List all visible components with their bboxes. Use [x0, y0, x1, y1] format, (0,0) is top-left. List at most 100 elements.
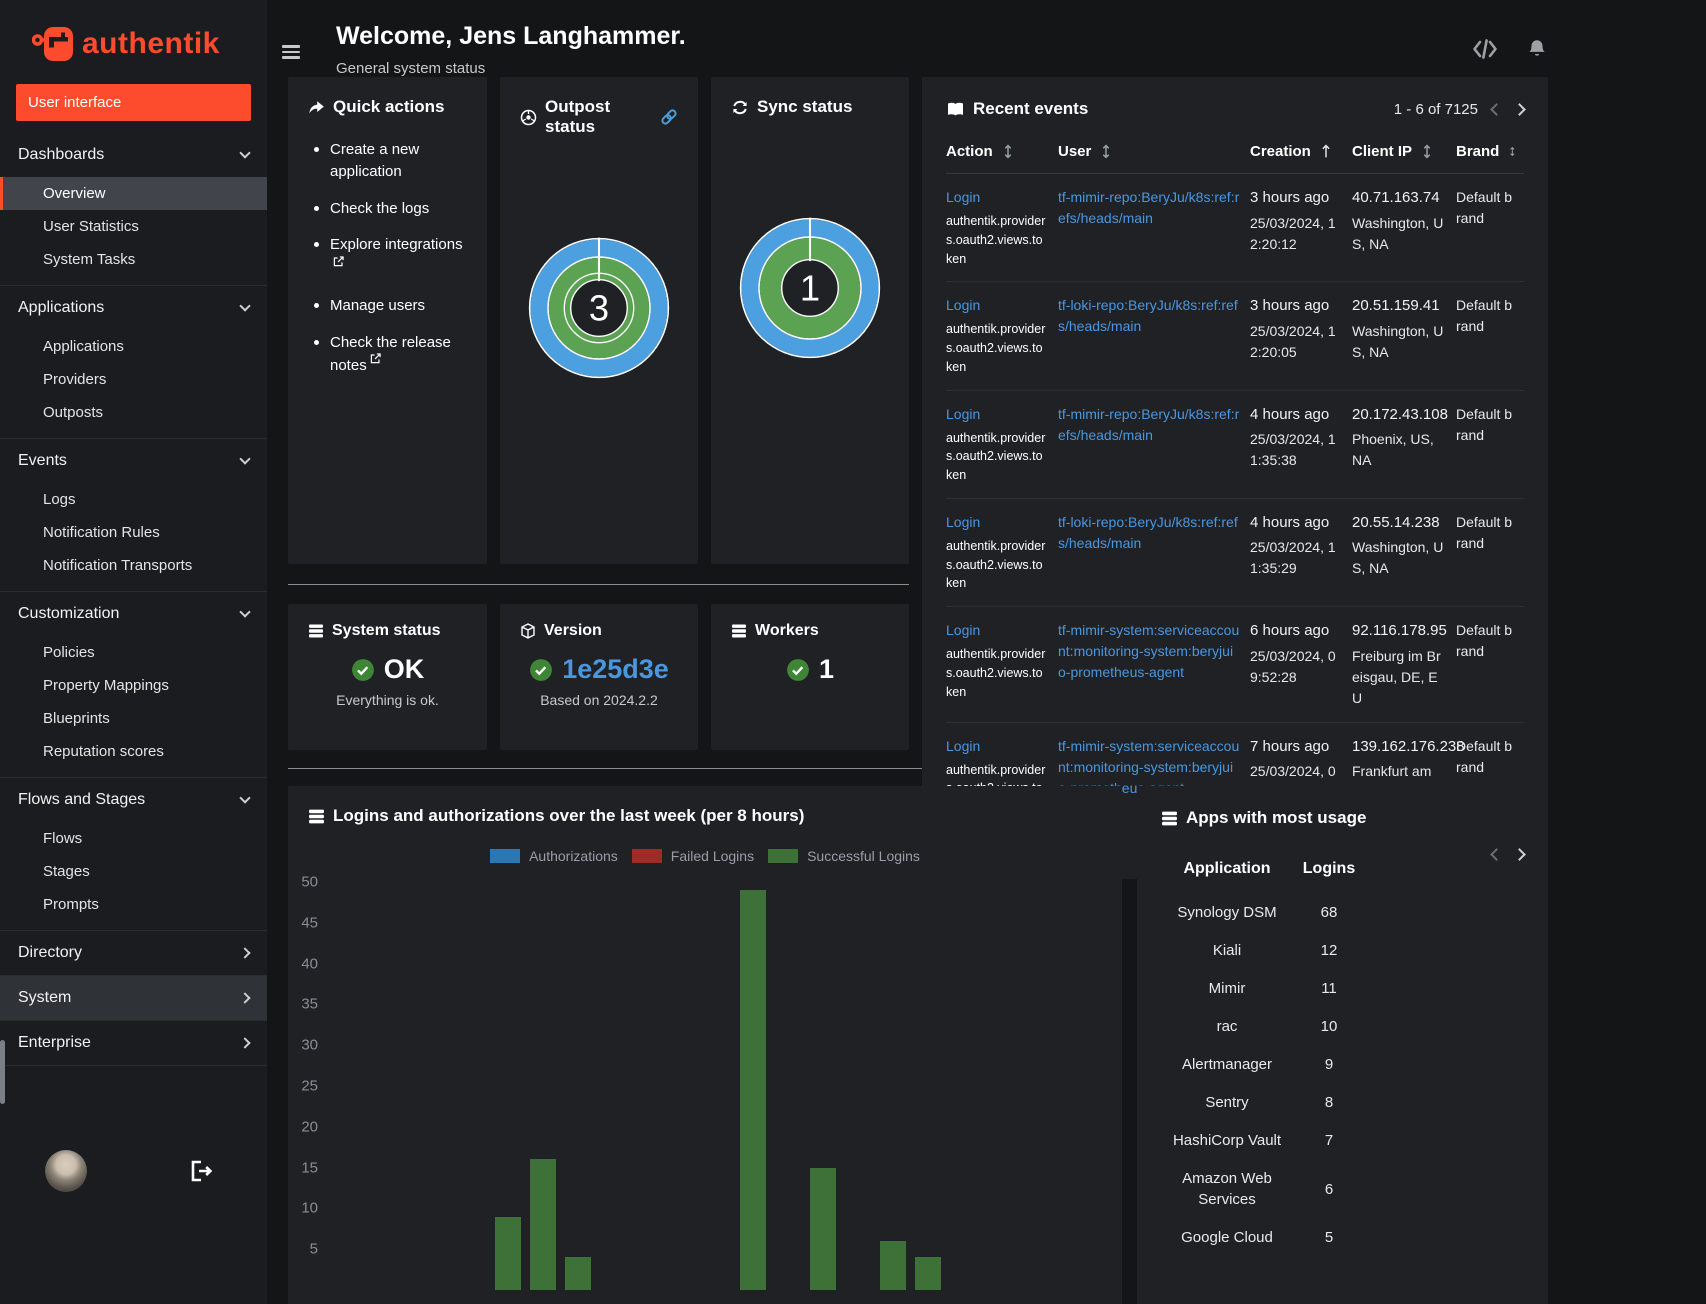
authentik-logo: authentik	[32, 26, 267, 62]
event-action-link[interactable]: Login	[946, 406, 980, 422]
sidebar-item-logs[interactable]: Logs	[0, 483, 267, 516]
legend-item-failed-logins[interactable]: Failed Logins	[631, 848, 754, 864]
create-application-link[interactable]: Create a new application	[330, 141, 419, 180]
sidebar-item-applications[interactable]: Applications	[0, 330, 267, 363]
legend-swatch-blue	[490, 849, 521, 863]
event-context: authentik.providers.oauth2.views.token	[946, 538, 1046, 591]
chart-bar-successful-logins	[809, 1167, 836, 1290]
api-code-icon[interactable]	[1472, 39, 1498, 59]
event-action-link[interactable]: Login	[946, 738, 980, 754]
sidebar-group-header-enterprise[interactable]: Enterprise	[0, 1021, 267, 1065]
event-context: authentik.providers.oauth2.views.token	[946, 322, 1046, 374]
chart-bar-successful-logins	[494, 1216, 521, 1290]
chart-bar-successful-logins	[739, 890, 766, 1290]
sidebar-group-label: Applications	[18, 299, 105, 316]
pagination-prev-icon[interactable]	[1490, 102, 1503, 116]
check-circle-icon	[786, 658, 810, 682]
sidebar-item-overview[interactable]: Overview	[0, 177, 267, 210]
event-geo: Washington, US, NA	[1352, 539, 1444, 577]
link-icon[interactable]	[660, 108, 678, 126]
chevron-right-icon	[239, 947, 251, 959]
event-time-ago: 6 hours ago	[1250, 622, 1330, 639]
pagination-next-icon[interactable]	[1513, 102, 1526, 116]
event-action-link[interactable]: Login	[946, 622, 980, 638]
event-datetime: 25/03/2024, 09:52:28	[1250, 647, 1336, 685]
recent-events-table: Action User Creation Client IP Brand Log…	[946, 143, 1524, 830]
sidebar-group-header-flows-and-stages[interactable]: Flows and Stages	[0, 778, 267, 822]
event-datetime: 25/03/2024, 12:20:12	[1250, 214, 1336, 252]
section-divider	[288, 583, 909, 585]
outpost-status-donut: 3	[520, 219, 678, 397]
app-logins-count: 11	[1321, 980, 1337, 998]
version-link[interactable]: 1e25d3e	[562, 654, 669, 685]
legend-item-successful-logins[interactable]: Successful Logins	[768, 848, 920, 864]
release-notes-link[interactable]: Check the release notes	[330, 334, 451, 375]
event-action-link[interactable]: Login	[946, 514, 980, 530]
sidebar-item-prompts[interactable]: Prompts	[0, 888, 267, 921]
notifications-bell-icon[interactable]	[1526, 38, 1548, 60]
event-brand: Default brand	[1456, 297, 1513, 335]
sidebar-item-flows[interactable]: Flows	[0, 822, 267, 855]
sidebar-item-reputation-scores[interactable]: Reputation scores	[0, 735, 267, 768]
legend-swatch-red	[631, 849, 662, 863]
column-header-creation[interactable]: Creation	[1250, 143, 1352, 174]
app-name: Mimir	[1208, 980, 1246, 998]
sidebar-item-stages[interactable]: Stages	[0, 855, 267, 888]
sidebar-group-header-system[interactable]: System	[0, 976, 267, 1020]
chart-bar-successful-logins	[529, 1159, 556, 1290]
column-header-action[interactable]: Action	[946, 143, 1058, 174]
version-detail: Based on 2024.2.2	[540, 692, 658, 708]
app-name: Synology DSM	[1177, 904, 1277, 922]
user-interface-button[interactable]: User interface	[16, 84, 251, 121]
sidebar-item-system-tasks[interactable]: System Tasks	[0, 243, 267, 276]
event-action-link[interactable]: Login	[946, 189, 980, 205]
sidebar-group-header-applications[interactable]: Applications	[0, 286, 267, 330]
chevron-down-icon	[239, 606, 251, 618]
sidebar-item-outposts[interactable]: Outposts	[0, 396, 267, 429]
check-logs-link[interactable]: Check the logs	[330, 200, 429, 217]
app-logins-count: 12	[1320, 942, 1338, 960]
app-name: Kiali	[1212, 942, 1242, 960]
sync-status-value: 1	[800, 268, 820, 309]
sidebar-item-property-mappings[interactable]: Property Mappings	[0, 669, 267, 702]
table-row: Google Cloud 5	[1161, 1227, 1524, 1248]
app-name: rac	[1216, 1018, 1238, 1036]
sidebar-group-system: System	[0, 975, 267, 1020]
chevron-right-icon	[239, 992, 251, 1004]
sidebar-group-header-events[interactable]: Events	[0, 439, 267, 483]
sidebar-item-providers[interactable]: Providers	[0, 363, 267, 396]
event-user-link[interactable]: tf-mimir-repo:BeryJu/k8s:ref:refs/heads/…	[1058, 189, 1239, 226]
sidebar-group-header-customization[interactable]: Customization	[0, 592, 267, 636]
event-user-link[interactable]: tf-loki-repo:BeryJu/k8s:ref:refs/heads/m…	[1058, 514, 1238, 551]
hamburger-menu-button[interactable]	[282, 42, 300, 62]
sidebar-scrollbar[interactable]	[0, 1040, 5, 1104]
event-user-link[interactable]: tf-mimir-system:serviceaccount:monitorin…	[1058, 622, 1239, 680]
column-header-brand[interactable]: Brand	[1456, 143, 1524, 174]
app-logins-count: 9	[1324, 1056, 1334, 1074]
event-time-ago: 7 hours ago	[1250, 737, 1330, 755]
manage-users-link[interactable]: Manage users	[330, 297, 425, 314]
version-card: Version 1e25d3e Based on 2024.2.2	[500, 604, 698, 750]
sidebar-group-header-dashboards[interactable]: Dashboards	[0, 133, 267, 177]
logout-icon[interactable]	[189, 1160, 213, 1182]
event-context: authentik.providers.oauth2.views.token	[946, 214, 1046, 266]
sidebar: authentik User interface Dashboards Over…	[0, 0, 267, 1304]
legend-item-authorizations[interactable]: Authorizations	[490, 848, 618, 864]
event-action-link[interactable]: Login	[946, 297, 980, 313]
sidebar-item-policies[interactable]: Policies	[0, 636, 267, 669]
column-header-client-ip[interactable]: Client IP	[1352, 143, 1456, 174]
explore-integrations-link[interactable]: Explore integrations	[330, 236, 463, 253]
event-ip: 20.51.159.41	[1352, 297, 1440, 315]
sidebar-item-notification-transports[interactable]: Notification Transports	[0, 549, 267, 582]
avatar[interactable]	[45, 1150, 87, 1192]
column-header-user[interactable]: User	[1058, 143, 1250, 174]
chevron-down-icon	[239, 147, 251, 159]
sidebar-item-user-statistics[interactable]: User Statistics	[0, 210, 267, 243]
sidebar-item-blueprints[interactable]: Blueprints	[0, 702, 267, 735]
sidebar-item-notification-rules[interactable]: Notification Rules	[0, 516, 267, 549]
event-user-link[interactable]: tf-mimir-repo:BeryJu/k8s:ref:refs/heads/…	[1058, 406, 1239, 443]
sidebar-group-flows-and-stages: Flows and Stages Flows Stages Prompts	[0, 777, 267, 930]
event-user-link[interactable]: tf-loki-repo:BeryJu/k8s:ref:refs/heads/m…	[1058, 297, 1238, 334]
table-row: Login authentik.providers.oauth2.views.to…	[946, 390, 1524, 499]
sidebar-group-header-directory[interactable]: Directory	[0, 931, 267, 975]
